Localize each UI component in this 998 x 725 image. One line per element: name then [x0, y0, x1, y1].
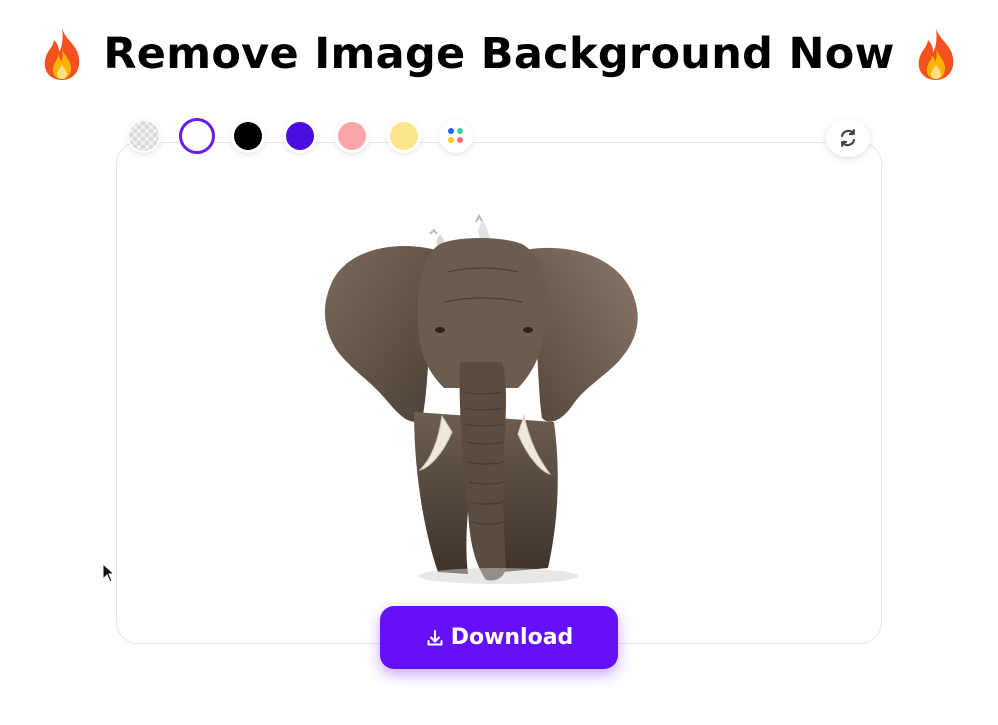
page-title: Remove Image Background Now — [103, 29, 895, 79]
header: Remove Image Background Now — [0, 22, 998, 86]
page: Remove Image Background Now Download — [0, 0, 998, 725]
elephant-image — [324, 213, 638, 584]
swatch-white[interactable] — [179, 118, 215, 154]
download-button[interactable]: Download — [380, 606, 618, 669]
reset-button[interactable] — [826, 119, 870, 157]
swatch-purple[interactable] — [283, 119, 317, 153]
swatch-yellow[interactable] — [387, 119, 421, 153]
swatch-black[interactable] — [231, 119, 265, 153]
refresh-icon — [840, 129, 856, 147]
swatch-pink[interactable] — [335, 119, 369, 153]
more-colors-button[interactable] — [439, 119, 473, 153]
color-palette-icon — [448, 128, 464, 144]
fire-icon — [45, 28, 80, 80]
fire-icon — [918, 28, 953, 80]
download-icon — [427, 629, 443, 645]
mouse-cursor-icon — [102, 563, 116, 583]
download-button-label: Download — [450, 625, 574, 650]
swatch-transparent[interactable] — [127, 119, 161, 153]
